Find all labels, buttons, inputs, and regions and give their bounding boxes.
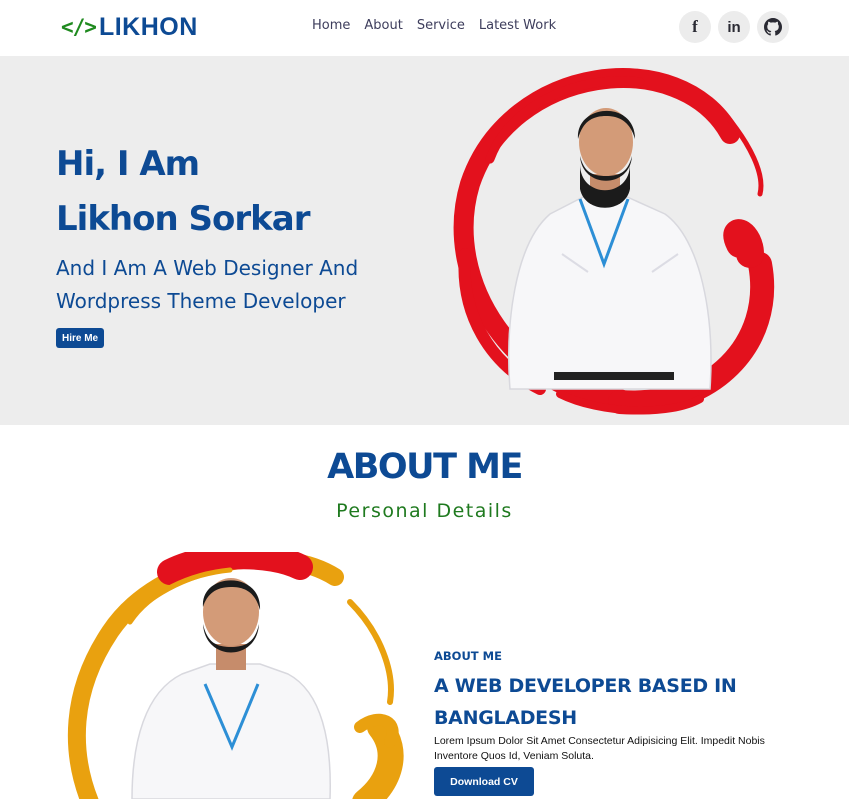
navbar: </> LIKHON Home About Service Latest Wor… bbox=[0, 0, 849, 56]
menu-item-home[interactable]: Home bbox=[312, 18, 350, 33]
about-description: Lorem Ipsum Dolor Sit Amet Consectetur A… bbox=[434, 735, 765, 762]
hero-subtitle: And I Am A Web Designer And Wordpress Th… bbox=[56, 256, 359, 313]
about-portrait bbox=[67, 552, 404, 799]
hero-section: Hi, I Am Likhon Sorkar And I Am A Web De… bbox=[0, 56, 849, 425]
about-title: A WEB DEVELOPER BASED IN BANGLADESH bbox=[434, 675, 737, 729]
menu-item-latest-work[interactable]: Latest Work bbox=[479, 18, 556, 33]
hero-title-line2: Likhon Sorkar bbox=[56, 199, 310, 239]
logo[interactable]: </> LIKHON bbox=[61, 12, 198, 42]
menu-item-about[interactable]: About bbox=[364, 18, 402, 33]
social-links: f in bbox=[679, 11, 789, 43]
hero-portrait bbox=[453, 68, 775, 415]
download-cv-button[interactable]: Download CV bbox=[434, 767, 534, 796]
linkedin-icon[interactable]: in bbox=[718, 11, 750, 43]
hire-me-button[interactable]: Hire Me bbox=[56, 328, 105, 348]
github-icon[interactable] bbox=[757, 11, 789, 43]
logo-text: LIKHON bbox=[98, 12, 198, 41]
hero-title-line1: Hi, I Am bbox=[56, 144, 200, 184]
about-heading: ABOUT ME bbox=[327, 447, 523, 487]
code-icon: </> bbox=[61, 15, 97, 39]
facebook-icon[interactable]: f bbox=[679, 11, 711, 43]
about-subheading: Personal Details bbox=[336, 500, 513, 522]
about-label: ABOUT ME bbox=[434, 649, 502, 663]
main-menu: Home About Service Latest Work bbox=[312, 18, 556, 33]
menu-item-service[interactable]: Service bbox=[417, 18, 465, 33]
